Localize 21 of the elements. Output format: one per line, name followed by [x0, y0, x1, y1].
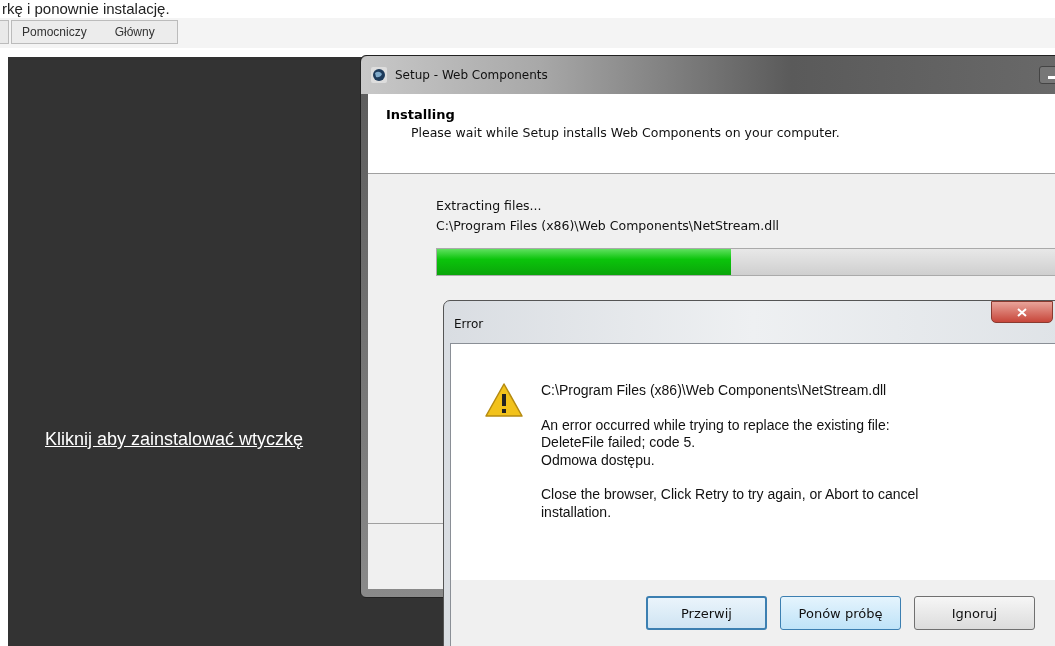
dialog-title: Error — [454, 317, 485, 331]
install-plugin-link[interactable]: Kliknij aby zainstalować wtyczkę — [45, 429, 304, 450]
page-subtitle: Please wait while Setup installs Web Components on your computer. — [411, 125, 841, 140]
close-button[interactable] — [991, 301, 1053, 323]
dialog-button[interactable]: Przerwij — [646, 596, 767, 630]
dialog-button[interactable]: Ignoruj — [914, 596, 1035, 630]
globe-icon — [371, 67, 387, 83]
warning-icon — [484, 382, 524, 418]
file-path: C:\Program Files (x86)\Web Components\NetStream.dll — [436, 217, 781, 235]
tab[interactable]: Pomocniczy — [22, 25, 87, 39]
message-text: C:\Program Files (x86)\Web Components\NetStream.dll — [541, 382, 888, 400]
message-text: Close the browser, Click Retry to try again, or Abort to cancel installation. — [541, 486, 920, 521]
minimize-icon — [1048, 76, 1055, 79]
message-text: An error occurred while trying to replace the existing file: DeleteFile failed; code 5. Odmowa dostępu. — [541, 416, 891, 469]
close-icon — [1017, 307, 1027, 317]
tab[interactable]: Główny — [114, 25, 155, 39]
dialog-button[interactable]: Ponów próbę — [780, 596, 901, 630]
page-title: Installing — [386, 107, 456, 122]
page-heading: rkę i ponownie instalację. — [2, 0, 170, 18]
status-text: Extracting files... — [436, 197, 543, 215]
window-title: Setup - Web Components — [395, 68, 549, 82]
